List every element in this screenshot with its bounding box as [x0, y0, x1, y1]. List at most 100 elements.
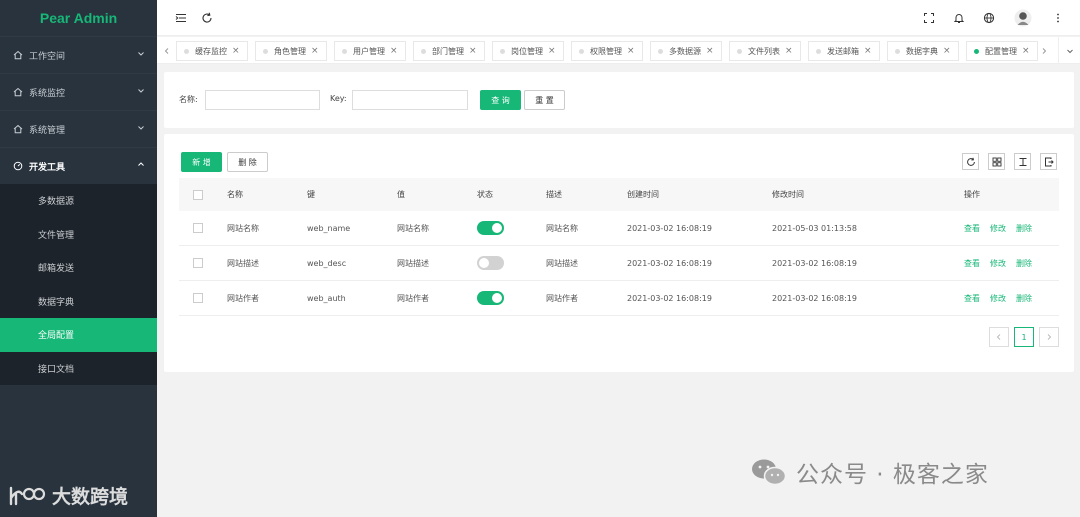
column-header[interactable]: 操作: [964, 178, 980, 211]
tab-file-list[interactable]: 文件列表 ×: [729, 41, 801, 61]
tab-post[interactable]: 岗位管理 ×: [492, 41, 564, 61]
prev-page-icon[interactable]: [989, 327, 1009, 347]
column-header[interactable]: 状态: [477, 178, 493, 211]
close-icon[interactable]: ×: [390, 46, 398, 56]
export-icon[interactable]: [1014, 153, 1031, 170]
tab-send-mail[interactable]: 发送邮箱 ×: [808, 41, 880, 61]
tab-datasource[interactable]: 多数据源 ×: [650, 41, 722, 61]
view-link[interactable]: 查看: [964, 223, 980, 234]
sidebar-subitem-datasource[interactable]: 多数据源: [0, 184, 157, 218]
close-icon[interactable]: ×: [1022, 46, 1030, 56]
close-icon[interactable]: ×: [706, 46, 714, 56]
chevron-down-icon: [137, 124, 145, 135]
column-header[interactable]: 值: [397, 178, 405, 211]
sidebar-subitem-mail[interactable]: 邮箱发送: [0, 251, 157, 285]
sidebar-subitem-apidoc[interactable]: 接口文档: [0, 352, 157, 386]
tab-label: 角色管理: [274, 46, 306, 56]
tab-scroll-right-icon[interactable]: [1036, 37, 1052, 64]
edit-link[interactable]: 修改: [990, 258, 1006, 269]
more-vertical-icon[interactable]: [1050, 10, 1066, 26]
print-icon[interactable]: [1040, 153, 1057, 170]
tab-label: 缓存监控: [195, 46, 227, 56]
status-toggle[interactable]: [477, 291, 504, 305]
close-icon[interactable]: ×: [232, 46, 240, 56]
watermark-right-text: 公众号 · 极客之家: [796, 462, 989, 488]
cell-name: 网站名称: [227, 223, 259, 233]
table-header: 名称 键 值 状态 描述 创建时间 修改时间 操作: [179, 178, 1059, 211]
sidebar-item-workspace[interactable]: 工作空间: [0, 36, 157, 73]
column-header[interactable]: 键: [307, 178, 315, 211]
close-icon[interactable]: ×: [785, 46, 793, 56]
tab-dot-icon: [263, 48, 268, 54]
tab-role[interactable]: 角色管理 ×: [255, 41, 327, 61]
row-checkbox[interactable]: [193, 223, 203, 233]
key-input[interactable]: [352, 90, 468, 110]
tab-scroll-left-icon[interactable]: [159, 37, 175, 64]
close-icon[interactable]: ×: [864, 46, 872, 56]
table-refresh-icon[interactable]: [962, 153, 979, 170]
refresh-icon[interactable]: [199, 10, 215, 26]
delete-button[interactable]: 删 除: [227, 152, 268, 172]
close-icon[interactable]: ×: [311, 46, 319, 56]
column-header[interactable]: 创建时间: [627, 178, 659, 211]
delete-link[interactable]: 删除: [1016, 293, 1032, 304]
menu-collapse-icon[interactable]: [173, 10, 189, 26]
edit-link[interactable]: 修改: [990, 223, 1006, 234]
tab-permission[interactable]: 权限管理 ×: [571, 41, 643, 61]
select-all-checkbox[interactable]: [193, 189, 203, 200]
sidebar-subitem-dict[interactable]: 数据字典: [0, 285, 157, 319]
tab-dict[interactable]: 数据字典 ×: [887, 41, 959, 61]
tab-label: 权限管理: [590, 46, 622, 56]
tab-dot-icon: [737, 48, 742, 54]
name-input[interactable]: [205, 90, 320, 110]
view-link[interactable]: 查看: [964, 293, 980, 304]
tab-bar: 缓存监控 × 角色管理 × 用户管理 × 部门管理 × 岗位管理 × 权限管理 × 多数据源…: [157, 37, 1080, 64]
brand-logo-icon: [8, 484, 46, 508]
status-toggle[interactable]: [477, 256, 504, 270]
next-page-icon[interactable]: [1039, 327, 1059, 347]
delete-link[interactable]: 删除: [1016, 223, 1032, 234]
close-icon[interactable]: ×: [627, 46, 635, 56]
column-filter-icon[interactable]: [988, 153, 1005, 170]
cell-modified: 2021-05-03 01:13:58: [772, 223, 857, 233]
sidebar-item-monitor[interactable]: 系统监控: [0, 73, 157, 110]
sidebar-subitem-config[interactable]: 全局配置: [0, 318, 157, 352]
add-button[interactable]: 新 增: [181, 152, 222, 172]
sidebar-item-label: 开发工具: [29, 162, 66, 173]
edit-link[interactable]: 修改: [990, 293, 1006, 304]
avatar[interactable]: [1014, 9, 1032, 27]
status-toggle[interactable]: [477, 221, 504, 235]
sidebar-item-system[interactable]: 系统管理: [0, 110, 157, 147]
tab-config[interactable]: 配置管理 ×: [966, 41, 1038, 61]
row-checkbox[interactable]: [193, 258, 203, 268]
cell-value: 网站描述: [397, 258, 429, 268]
tab-cache-monitor[interactable]: 缓存监控 ×: [176, 41, 248, 61]
close-icon[interactable]: ×: [469, 46, 477, 56]
close-icon[interactable]: ×: [943, 46, 951, 56]
view-link[interactable]: 查看: [964, 258, 980, 269]
table-row: 网站名称 web_name 网站名称 网站名称 2021-03-02 16:08…: [179, 211, 1059, 246]
bell-icon[interactable]: [951, 10, 967, 26]
tab-dept[interactable]: 部门管理 ×: [413, 41, 485, 61]
sidebar-item-devtools[interactable]: 开发工具: [0, 147, 157, 184]
query-button[interactable]: 查 询: [480, 90, 521, 110]
sidebar-item-label: 工作空间: [29, 51, 66, 62]
column-header[interactable]: 描述: [546, 178, 562, 211]
column-header[interactable]: 修改时间: [772, 178, 804, 211]
row-checkbox[interactable]: [193, 293, 203, 303]
page-number[interactable]: 1: [1014, 327, 1034, 347]
sidebar-subitem-files[interactable]: 文件管理: [0, 218, 157, 252]
delete-link[interactable]: 删除: [1016, 258, 1032, 269]
cell-value: 网站作者: [397, 293, 429, 303]
reset-button[interactable]: 重 置: [524, 90, 565, 110]
close-icon[interactable]: ×: [548, 46, 556, 56]
column-header[interactable]: 名称: [227, 178, 243, 211]
globe-icon[interactable]: [981, 10, 997, 26]
fullscreen-icon[interactable]: [921, 10, 937, 26]
tab-dropdown-icon[interactable]: [1058, 37, 1080, 64]
gauge-icon: [13, 161, 23, 171]
app-logo[interactable]: Pear Admin: [0, 0, 157, 36]
tab-user[interactable]: 用户管理 ×: [334, 41, 406, 61]
home-icon: [13, 87, 23, 97]
tab-dot-icon: [974, 48, 979, 54]
